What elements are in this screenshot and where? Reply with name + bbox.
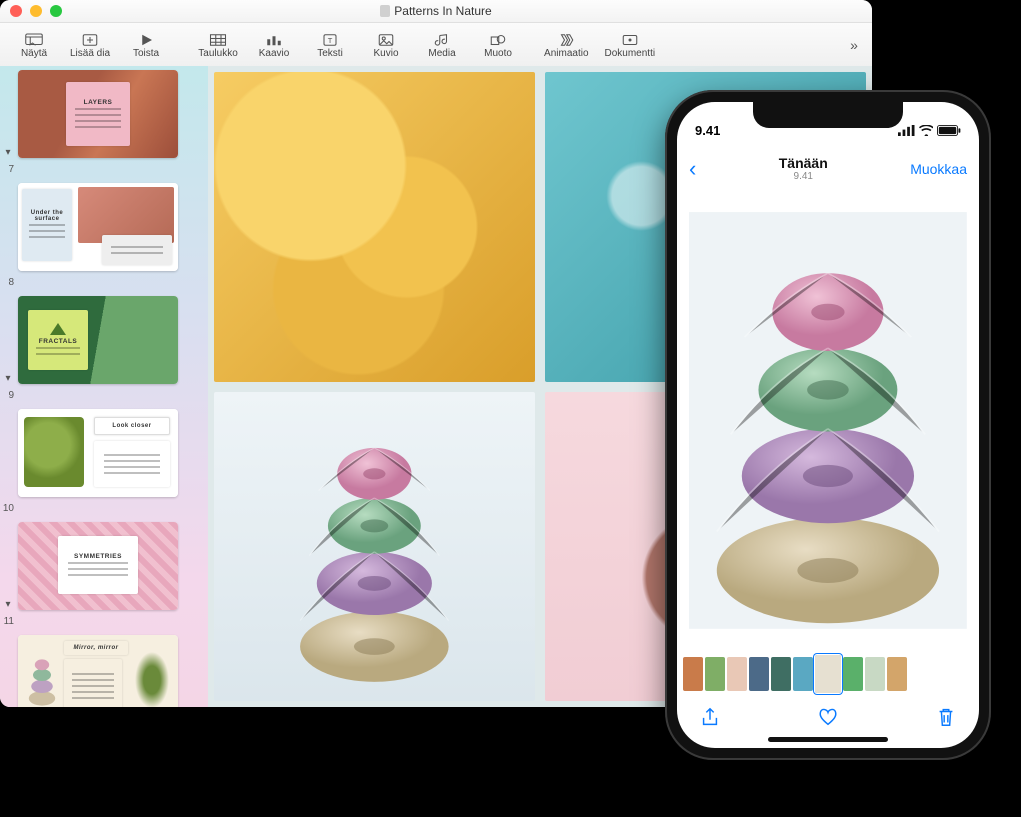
svg-text:T: T — [328, 36, 333, 45]
slide-number: 11 — [2, 616, 14, 629]
thumb-title: SYMMETRIES — [74, 553, 122, 560]
toolbar-chart[interactable]: Kaavio — [246, 30, 302, 61]
delete-button[interactable] — [935, 706, 957, 733]
toolbar-view[interactable]: Näytä — [6, 30, 62, 61]
slide-thumbnail-8[interactable]: Under the surface — [2, 183, 202, 271]
play-icon — [136, 32, 156, 48]
toolbar-add-slide[interactable]: Lisää dia — [62, 30, 118, 61]
table-icon — [208, 32, 228, 48]
battery-icon — [937, 125, 961, 136]
toolbar-label: Media — [428, 48, 455, 59]
slide-number: 8 — [2, 277, 14, 290]
share-button[interactable] — [699, 706, 721, 733]
back-button[interactable]: ‹ — [689, 156, 696, 182]
maximize-button[interactable] — [50, 5, 62, 17]
window-title: Patterns In Nature — [380, 4, 491, 18]
minimize-button[interactable] — [30, 5, 42, 17]
toolbar-label: Taulukko — [198, 48, 237, 59]
status-time: 9.41 — [695, 123, 720, 138]
notch — [753, 102, 903, 128]
window-title-text: Patterns In Nature — [394, 4, 491, 18]
toolbar-label: Dokumentti — [605, 48, 656, 59]
toolbar-label: Muoto — [484, 48, 512, 59]
shape-icon — [488, 32, 508, 48]
phone-screen: 9.41 ‹ Tänään 9.41 Muokkaa — [677, 102, 979, 748]
scrubber-thumb[interactable] — [843, 657, 863, 691]
toolbar-label: Animaatio — [544, 48, 588, 59]
nav-title-text: Tänään — [779, 156, 828, 171]
scrubber-thumb[interactable] — [865, 657, 885, 691]
home-indicator[interactable] — [768, 737, 888, 742]
scrubber-thumb[interactable] — [683, 657, 703, 691]
scrubber-thumb[interactable] — [815, 655, 841, 693]
scrubber-thumb[interactable] — [771, 657, 791, 691]
photo-scrubber[interactable] — [677, 652, 979, 696]
disclosure-toggle[interactable]: ▾ — [2, 147, 14, 158]
scrubber-thumb[interactable] — [887, 657, 907, 691]
thumb-title: Under the surface — [25, 210, 69, 222]
slide-navigator[interactable]: ▾ LAYERS 7 Under the — [0, 66, 208, 707]
toolbar-label: Teksti — [317, 48, 343, 59]
canvas-image-honeycomb[interactable] — [214, 72, 535, 382]
slide-number: 9 — [2, 390, 14, 403]
nav-subtitle: 9.41 — [779, 171, 828, 182]
slide-number: 7 — [2, 164, 14, 177]
toolbar-overflow[interactable]: » — [842, 37, 866, 53]
cellular-icon — [898, 125, 915, 136]
toolbar-label: Toista — [133, 48, 159, 59]
toolbar-label: Lisää dia — [70, 48, 110, 59]
slide-thumbnail-7[interactable]: ▾ LAYERS — [2, 70, 202, 158]
toolbar-label: Näytä — [21, 48, 47, 59]
slide-number: 10 — [2, 503, 14, 516]
slide-thumbnail-10[interactable]: Look closer — [2, 409, 202, 497]
slide-thumbnail-11[interactable]: ▾ SYMMETRIES — [2, 522, 202, 610]
slide-thumbnail-12[interactable]: Mirror, mirror — [2, 635, 202, 707]
text-icon: T — [320, 32, 340, 48]
plus-icon — [80, 32, 100, 48]
thumb-title: Look closer — [112, 423, 151, 429]
toolbar-media[interactable]: Media — [414, 30, 470, 61]
wifi-icon — [919, 125, 934, 136]
iphone-device: 9.41 ‹ Tänään 9.41 Muokkaa — [665, 90, 991, 760]
toolbar: Näytä Lisää dia Toista Taulukko Kaavio T… — [0, 23, 872, 68]
scrubber-thumb[interactable] — [793, 657, 813, 691]
window-controls — [10, 5, 62, 17]
titlebar: Patterns In Nature — [0, 0, 872, 23]
photos-nav-bar: ‹ Tänään 9.41 Muokkaa — [677, 150, 979, 188]
scrubber-thumb[interactable] — [727, 657, 747, 691]
toolbar-image[interactable]: Kuvio — [358, 30, 414, 61]
scrubber-thumb[interactable] — [749, 657, 769, 691]
thumb-title: FRACTALS — [39, 338, 78, 345]
toolbar-text[interactable]: T Teksti — [302, 30, 358, 61]
view-icon — [24, 32, 44, 48]
document-icon — [380, 5, 390, 17]
toolbar-table[interactable]: Taulukko — [190, 30, 246, 61]
thumb-title: Mirror, mirror — [73, 645, 118, 651]
toolbar-label: Kaavio — [259, 48, 290, 59]
canvas-image-urchins[interactable] — [214, 392, 535, 702]
close-button[interactable] — [10, 5, 22, 17]
document-settings-icon — [620, 32, 640, 48]
media-icon — [432, 32, 452, 48]
toolbar-document[interactable]: Dokumentti — [597, 30, 664, 61]
image-icon — [376, 32, 396, 48]
animate-icon — [556, 32, 576, 48]
nav-title: Tänään 9.41 — [779, 156, 828, 182]
edit-button[interactable]: Muokkaa — [910, 161, 967, 177]
favorite-button[interactable] — [817, 706, 839, 733]
scrubber-thumb[interactable] — [705, 657, 725, 691]
disclosure-toggle[interactable]: ▾ — [2, 599, 14, 610]
disclosure-toggle[interactable]: ▾ — [2, 373, 14, 384]
thumb-title: LAYERS — [84, 99, 113, 106]
toolbar-animate[interactable]: Animaatio — [536, 30, 596, 61]
toolbar-shape[interactable]: Muoto — [470, 30, 526, 61]
toolbar-label: Kuvio — [374, 48, 399, 59]
toolbar-play[interactable]: Toista — [118, 30, 174, 61]
slide-thumbnail-9[interactable]: ▾ FRACTALS — [2, 296, 202, 384]
photo-viewer[interactable] — [677, 188, 979, 652]
chart-icon — [264, 32, 284, 48]
